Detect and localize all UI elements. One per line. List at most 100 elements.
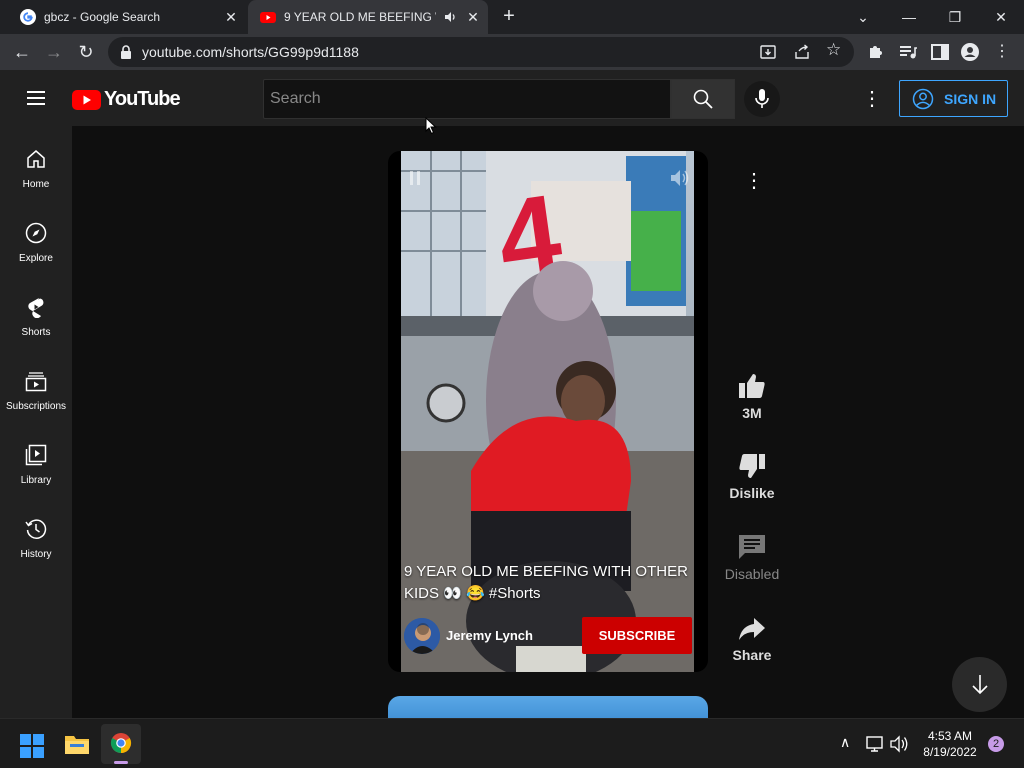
search-icon [693,89,713,109]
reload-icon[interactable]: ↻ [74,40,98,64]
browser-toolbar: ← → ↻ youtube.com/shorts/GG99p9d1188 ☆ ⋮ [0,34,1024,70]
compass-icon [25,222,47,244]
youtube-logo-icon [72,89,101,110]
clock-date[interactable]: 8/19/2022 [914,745,986,759]
mouse-cursor-icon [425,117,437,135]
sidebar-item-home[interactable]: Home [0,126,72,200]
close-window-icon[interactable]: ✕ [990,6,1012,28]
restore-icon[interactable]: ❐ [944,6,966,28]
account-circle-icon [912,88,934,110]
file-explorer-icon[interactable] [64,733,90,755]
tab-title: 9 YEAR OLD ME BEEFING WI [284,10,436,24]
close-tab-icon[interactable]: ✕ [222,8,240,26]
search-input[interactable]: Search [263,79,671,119]
share-label: Share [732,647,772,663]
windows-start-icon[interactable] [20,734,44,758]
install-app-icon[interactable] [760,44,776,60]
settings-more-icon[interactable]: ⋮ [862,86,882,111]
profile-avatar-icon[interactable] [958,40,982,64]
mini-guide-sidebar: Home Explore Shorts Subscriptions Librar… [0,126,72,718]
volume-icon[interactable] [670,169,690,187]
sign-in-label: SIGN IN [944,91,997,107]
new-tab-icon[interactable]: + [498,6,520,28]
active-app-indicator [114,761,128,764]
youtube-favicon-icon [260,12,276,23]
subscriptions-icon [25,372,47,392]
clock-time[interactable]: 4:53 AM [914,729,986,743]
comment-icon [739,535,765,559]
short-more-options-icon[interactable]: ⋮ [744,168,764,193]
thumbs-down-icon [739,454,765,478]
channel-name[interactable]: Jeremy Lynch [446,628,533,643]
shorts-icon [28,298,44,318]
sidebar-item-shorts[interactable]: Shorts [0,274,72,348]
sidebar-item-label: History [20,549,52,560]
tab-title: gbcz - Google Search [44,10,161,24]
tab-google-search[interactable]: gbcz - Google Search ✕ [8,0,246,34]
avatar-image [404,618,440,654]
arrow-down-icon [972,675,988,695]
search-button[interactable] [671,79,735,119]
menu-hamburger-icon[interactable] [26,90,46,106]
next-video-button[interactable] [952,657,1007,712]
pause-icon[interactable] [410,171,420,185]
media-controls-icon[interactable] [896,40,920,64]
share-button[interactable]: Share [716,616,788,663]
chrome-menu-icon[interactable]: ⋮ [990,40,1014,64]
bookmark-star-icon[interactable]: ☆ [826,40,841,60]
tab-audio-icon[interactable] [444,10,458,24]
like-button[interactable]: 3M [716,372,788,421]
youtube-header: YouTube Search ⋮ SIGN IN [0,70,1024,126]
comments-button[interactable]: Disabled [716,533,788,582]
sidebar-item-explore[interactable]: Explore [0,200,72,274]
sidebar-item-label: Library [20,475,52,486]
google-icon [20,9,36,25]
show-hidden-icons-chevron-icon[interactable]: ∧ [840,734,850,751]
close-tab-icon[interactable]: ✕ [464,8,482,26]
thumbs-up-icon [739,374,765,398]
address-bar[interactable]: youtube.com/shorts/GG99p9d1188 ☆ [108,37,854,67]
network-icon[interactable] [866,735,886,753]
library-icon [25,444,47,466]
minimize-icon[interactable]: — [898,6,920,28]
sidebar-item-label: Shorts [21,327,51,338]
youtube-logo-text: YouTube [104,88,181,110]
sidebar-item-label: Explore [19,253,53,264]
tab-search-chevron-icon[interactable]: ⌄ [852,6,874,28]
forward-icon[interactable]: → [42,40,66,64]
extensions-icon[interactable] [864,40,888,64]
lock-icon[interactable] [120,45,132,59]
sign-in-button[interactable]: SIGN IN [899,80,1008,117]
comments-label: Disabled [724,566,780,582]
url-text: youtube.com/shorts/GG99p9d1188 [142,44,359,60]
share-page-icon[interactable] [794,44,810,60]
notification-badge[interactable]: 2 [988,736,1004,752]
history-icon [25,519,47,539]
short-title: 9 YEAR OLD ME BEEFING WITH OTHER KIDS 👀 … [404,563,688,602]
sidebar-item-history[interactable]: History [0,496,72,570]
sidebar-item-subscriptions[interactable]: Subscriptions [0,348,72,422]
sidebar-item-label: Home [22,179,50,190]
windows-taskbar: ∧ 4:53 AM 8/19/2022 2 [0,718,1024,768]
home-icon [27,150,45,168]
chrome-icon [110,733,132,754]
channel-avatar[interactable] [404,618,440,654]
browser-tab-strip: gbcz - Google Search ✕ 9 YEAR OLD ME BEE… [0,0,1024,34]
dislike-button[interactable]: Dislike [716,452,788,501]
dislike-label: Dislike [729,485,775,501]
like-count: 3M [742,405,762,421]
youtube-logo[interactable]: YouTube [72,88,181,111]
voice-search-button[interactable] [744,81,780,117]
microphone-icon [755,89,769,108]
shorts-video-player[interactable]: 4 9 YEAR OLD ME BEEFING WITH OTHER KIDS … [388,151,708,672]
sidebar-item-library[interactable]: Library [0,422,72,496]
tab-youtube-short[interactable]: 9 YEAR OLD ME BEEFING WI ✕ [248,0,488,34]
sidebar-item-label: Subscriptions [5,401,67,412]
share-arrow-icon [739,618,765,640]
speaker-volume-icon[interactable] [890,735,910,753]
back-icon[interactable]: ← [10,40,34,64]
taskbar-chrome-button[interactable] [101,724,141,764]
side-panel-icon[interactable] [928,40,952,64]
subscribe-button[interactable]: SUBSCRIBE [582,617,692,654]
search-placeholder: Search [270,90,321,107]
